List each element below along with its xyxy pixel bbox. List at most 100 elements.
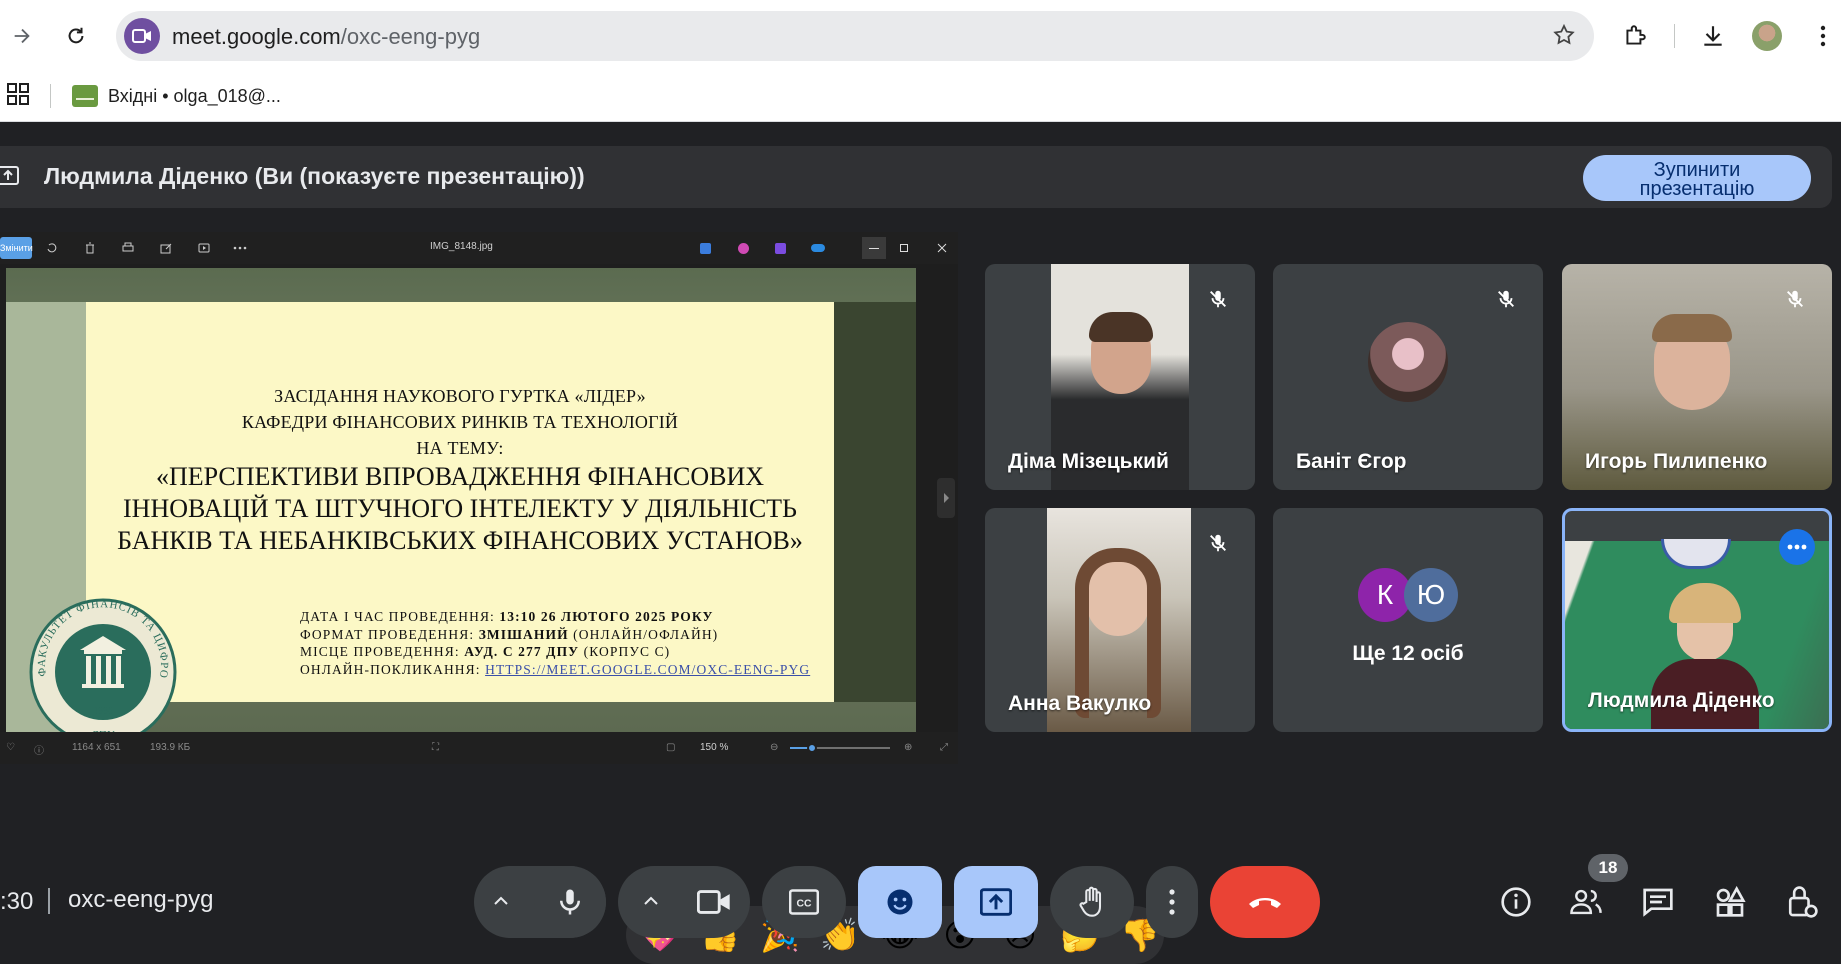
camera-icon xyxy=(697,890,730,914)
camera-control-group xyxy=(618,866,750,938)
chevron-up-icon[interactable] xyxy=(492,892,510,915)
zoom-slider-handle[interactable] xyxy=(807,743,817,753)
mic-control-group xyxy=(474,866,606,938)
hand-icon xyxy=(1079,886,1102,917)
stop-presenting-button[interactable]: Зупинити презентацію xyxy=(1583,155,1811,201)
app-icon-1[interactable] xyxy=(697,240,713,256)
presentation-slide: ЗАСІДАННЯ НАУКОВОГО ГУРТКА «ЛІДЕР» КАФЕД… xyxy=(86,302,834,702)
site-info-icon[interactable] xyxy=(124,18,160,54)
dimensions: 1164 x 651 xyxy=(72,742,121,753)
mic-off-icon xyxy=(1199,280,1237,318)
reactions-button[interactable] xyxy=(858,866,942,938)
onedrive-icon[interactable] xyxy=(810,240,826,256)
toolbar-divider xyxy=(1674,24,1675,48)
participant-tile[interactable]: Анна Вакулко xyxy=(985,508,1255,732)
people-icon[interactable] xyxy=(1564,880,1608,924)
browser-menu-icon[interactable] xyxy=(1804,17,1841,55)
slide-line2: КАФЕДРИ ФІНАНСОВИХ РИНКІВ ТА ТЕХНОЛОГІЙ xyxy=(241,412,679,432)
present-now-button[interactable] xyxy=(954,866,1038,938)
extensions-icon[interactable] xyxy=(1616,17,1654,55)
more-participants-tile[interactable]: К Ю Ще 12 осіб xyxy=(1273,508,1543,732)
apps-grid-icon[interactable] xyxy=(6,82,30,111)
self-tile[interactable]: Людмила Діденко xyxy=(1562,508,1832,732)
more-options-button[interactable] xyxy=(1146,866,1198,938)
raise-hand-button[interactable] xyxy=(1050,866,1134,938)
zoom-in-icon[interactable]: ⊕ xyxy=(904,742,912,753)
link-label: ОНЛАЙН-ПОКЛИКАННЯ: xyxy=(300,661,486,677)
presenting-label: Людмила Діденко (Ви (показуєте презентац… xyxy=(44,163,585,189)
participant-tile[interactable]: Діма Мізецький xyxy=(985,264,1255,490)
edit-button[interactable]: Змінити xyxy=(0,237,33,259)
meet-link: HTTPS://MEET.GOOGLE.COM/OXC-EENG-PYG xyxy=(485,661,811,677)
participant-name: Игорь Пилипенко xyxy=(1585,450,1768,473)
favorite-icon[interactable]: ♡ xyxy=(6,742,15,753)
app-icon-2[interactable] xyxy=(735,240,751,256)
slide-details: ДАТА І ЧАС ПРОВЕДЕННЯ: 13:10 26 ЛЮТОГО 2… xyxy=(300,608,820,678)
zoom-out-icon[interactable]: ⊖ xyxy=(770,742,778,753)
more-participants-label: Ще 12 осіб xyxy=(1352,642,1464,665)
address-bar[interactable]: meet.google.com/oxc-eeng-pyg xyxy=(116,11,1594,61)
more-options-icon[interactable] xyxy=(232,240,248,256)
meeting-info-icon[interactable] xyxy=(1494,880,1538,924)
chevron-up-icon[interactable] xyxy=(642,892,660,915)
shared-screen: Змінити IMG_8148.jpg ЗАСІДАННЯ НАУКОВОГО… xyxy=(0,232,958,764)
chat-icon[interactable] xyxy=(1636,880,1680,924)
info-icon[interactable]: ⓘ xyxy=(34,742,44,757)
participant-name: Діма Мізецький xyxy=(1008,450,1169,473)
more-options-button[interactable] xyxy=(1779,529,1815,565)
present-screen-icon xyxy=(0,164,20,193)
activities-icon[interactable] xyxy=(1708,880,1752,924)
zoom-slider[interactable] xyxy=(790,743,890,753)
print-icon[interactable] xyxy=(120,240,136,256)
host-controls-icon[interactable] xyxy=(1780,880,1824,924)
share-icon[interactable] xyxy=(158,240,174,256)
maximize-icon[interactable] xyxy=(896,240,912,256)
minimize-icon[interactable] xyxy=(862,237,886,259)
fullscreen-icon[interactable]: ⤢ xyxy=(940,742,948,753)
meeting-code: oxc-eeng-pyg xyxy=(68,886,214,913)
slideshow-icon[interactable] xyxy=(196,240,212,256)
leave-call-button[interactable] xyxy=(1210,866,1320,938)
app-icon-3[interactable] xyxy=(772,240,788,256)
clock: :30 xyxy=(0,888,34,915)
profile-avatar[interactable] xyxy=(1748,17,1786,55)
mic-button[interactable] xyxy=(534,866,606,938)
bookmark-star-icon[interactable] xyxy=(1552,23,1576,52)
delete-icon[interactable] xyxy=(82,240,98,256)
presentation-banner: Людмила Діденко (Ви (показуєте презентац… xyxy=(0,146,1832,208)
bookmarks-divider xyxy=(50,84,51,108)
format-value: ЗМІШАНИЙ xyxy=(478,626,569,642)
zoom-level[interactable]: 150 % xyxy=(700,742,728,753)
captions-icon: CC xyxy=(789,889,819,915)
bookmark-inbox[interactable]: Вхідні • olga_018@... xyxy=(72,80,281,112)
actual-size-icon[interactable]: ▢ xyxy=(666,742,675,753)
slide-right-border xyxy=(834,302,916,702)
date-label: ДАТА І ЧАС ПРОВЕДЕННЯ: xyxy=(300,609,500,624)
close-icon[interactable] xyxy=(934,240,950,256)
mic-off-icon xyxy=(1776,280,1814,318)
people-count-badge: 18 xyxy=(1588,854,1628,882)
slide-title-line1: «ПЕРСПЕКТИВИ ВПРОВАДЖЕННЯ ФІНАНСОВИХ xyxy=(155,462,765,491)
slide-title-line2: ІННОВАЦІЙ ТА ШТУЧНОГО ІНТЕЛЕКТУ У ДІЯЛЬН… xyxy=(123,494,797,523)
forward-button[interactable] xyxy=(4,18,40,54)
expand-arrow-icon[interactable] xyxy=(937,478,955,518)
participant-tile[interactable]: Баніт Єгор xyxy=(1273,264,1543,490)
reload-icon xyxy=(68,27,84,44)
participant-tile[interactable]: Игорь Пилипенко xyxy=(1562,264,1832,490)
rotate-icon[interactable] xyxy=(44,240,60,256)
hang-up-icon xyxy=(1249,898,1281,908)
slide-line3: НА ТЕМУ: xyxy=(416,438,504,458)
downloads-icon[interactable] xyxy=(1694,17,1732,55)
more-vert-icon xyxy=(1169,889,1175,915)
fit-icon[interactable]: ⛶ xyxy=(432,742,439,753)
format-label: ФОРМАТ ПРОВЕДЕННЯ: xyxy=(300,626,479,642)
participant-name: Людмила Діденко xyxy=(1588,689,1775,712)
camera-button[interactable] xyxy=(678,866,750,938)
reload-button[interactable] xyxy=(58,18,94,54)
captions-button[interactable]: CC xyxy=(762,866,846,938)
photo-canvas: ЗАСІДАННЯ НАУКОВОГО ГУРТКА «ЛІДЕР» КАФЕД… xyxy=(6,268,916,746)
place-value: АУД. С 277 ДПУ xyxy=(464,644,580,659)
seal-year: 1996 xyxy=(93,706,113,717)
present-screen-icon xyxy=(980,888,1012,916)
bookmarks-bar: Вхідні • olga_018@... xyxy=(0,70,1841,122)
